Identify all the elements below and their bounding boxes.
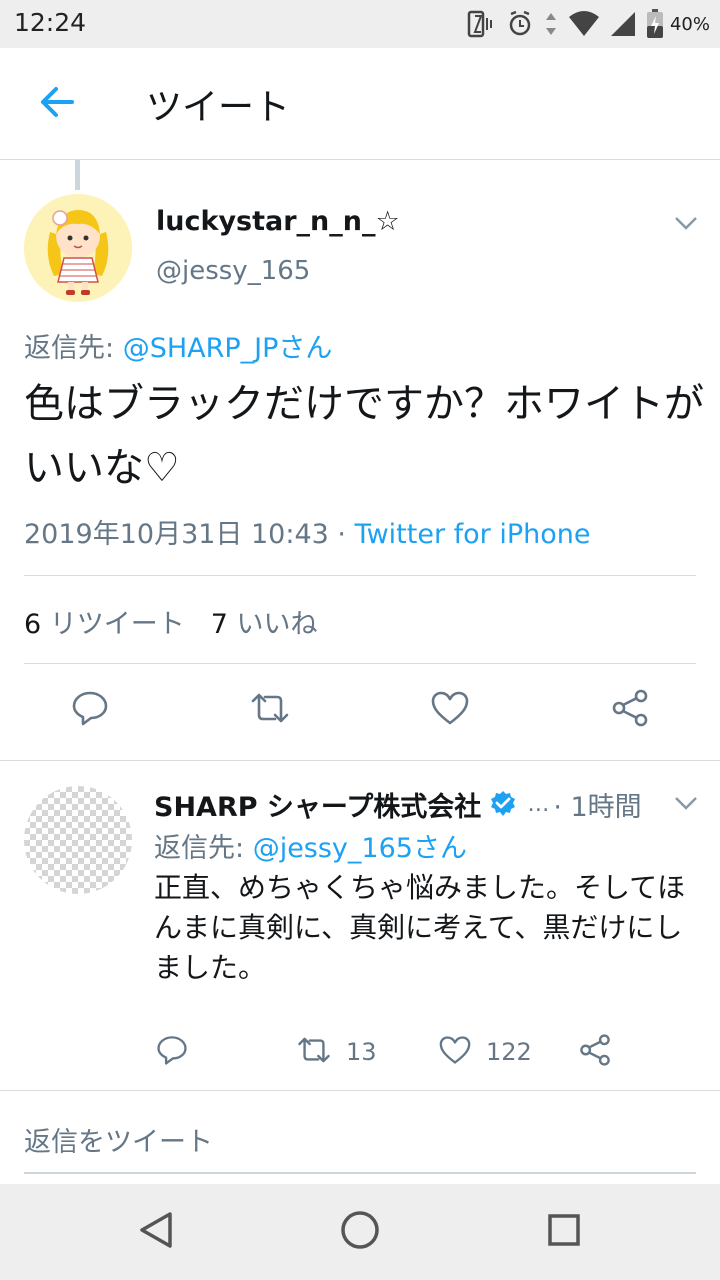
reply-icon	[156, 1034, 188, 1070]
reply-reply-to: 返信先: @jessy_165さん	[154, 826, 467, 865]
thread-line	[75, 160, 80, 190]
like-button[interactable]	[430, 690, 470, 730]
composer-underline	[24, 1172, 696, 1174]
wifi-icon	[568, 11, 600, 37]
status-icons: 40%	[466, 8, 710, 40]
divider	[0, 760, 720, 761]
avatar-illustration	[24, 194, 132, 302]
retweet-icon	[296, 1035, 332, 1069]
square-recents-icon	[547, 1213, 581, 1251]
reply-composer-input[interactable]: 返信をツイート	[24, 1120, 213, 1159]
heart-icon	[438, 1035, 472, 1069]
reply-button[interactable]	[70, 690, 110, 730]
share-icon	[610, 688, 650, 732]
reply-retweet-button[interactable]: 13	[296, 1032, 377, 1072]
divider	[24, 663, 696, 664]
reply-retweet-count: 13	[346, 1038, 377, 1066]
likes-link[interactable]: 7 いいね	[211, 609, 318, 640]
author-name[interactable]: luckystar_n_n_☆	[156, 206, 400, 237]
tweet-timestamp: 2019年10月31日 10:43 ·	[24, 519, 355, 550]
reply-like-count: 122	[486, 1038, 532, 1066]
tweet-source-link[interactable]: Twitter for iPhone	[355, 519, 591, 550]
reply-time: · 1時間	[553, 791, 642, 823]
avatar[interactable]	[24, 194, 132, 302]
retweet-icon	[249, 691, 291, 729]
nav-home-button[interactable]	[336, 1208, 384, 1256]
tweet-meta: 2019年10月31日 10:43 · Twitter for iPhone	[24, 512, 591, 551]
reply-author-name[interactable]: SHARP シャープ株式会社	[154, 785, 481, 824]
app-header: ツイート	[0, 48, 720, 160]
reply-to-mention[interactable]: @SHARP_JPさん	[123, 333, 333, 364]
retweet-label: リツイート	[41, 609, 185, 640]
arrow-left-icon	[38, 86, 74, 122]
reply-avatar[interactable]	[24, 786, 132, 894]
reply-header: SHARP シャープ株式会社 … · 1時間	[154, 784, 654, 824]
page-title: ツイート	[146, 87, 291, 128]
author-handle: @jessy_165	[156, 256, 311, 286]
chevron-down-icon	[674, 795, 698, 814]
navigation-bar	[0, 1184, 720, 1280]
triangle-back-icon	[138, 1211, 174, 1253]
tweet-options-button[interactable]	[668, 206, 704, 242]
reply-like-button[interactable]: 122	[438, 1032, 532, 1072]
reply-name-ellipsis: …	[527, 791, 550, 817]
nav-back-button[interactable]	[132, 1208, 180, 1256]
reply-reply-to-mention[interactable]: @jessy_165さん	[253, 833, 467, 864]
retweet-button[interactable]	[250, 690, 290, 730]
nav-recents-button[interactable]	[540, 1208, 588, 1256]
status-time: 12:24	[14, 8, 87, 37]
like-label: いいね	[227, 609, 318, 640]
reply-share-button[interactable]	[578, 1032, 612, 1072]
battery-icon	[646, 9, 664, 39]
share-button[interactable]	[610, 688, 650, 732]
reply-reply-button[interactable]	[156, 1032, 188, 1072]
reply-icon	[71, 689, 109, 731]
tweet-text: 色はブラックだけですか？ホワイトがいいな♡	[24, 381, 704, 491]
chevron-down-icon	[674, 215, 698, 234]
data-arrows-icon	[544, 10, 558, 38]
reply-reply-to-label: 返信先:	[154, 833, 253, 864]
divider	[0, 1090, 720, 1091]
heart-icon	[430, 690, 470, 730]
battery-percentage: 40%	[669, 13, 710, 35]
reply-text: 正直、めちゃくちゃ悩みました。そしてほんまに真剣に、真剣に考えて、黒だけにしまし…	[154, 871, 686, 984]
retweets-link[interactable]: 6 リツイート	[24, 609, 185, 640]
reply-to-label: 返信先:	[24, 333, 123, 364]
circle-home-icon	[340, 1210, 380, 1254]
like-count: 7	[210, 609, 228, 640]
reply-to: 返信先: @SHARP_JPさん	[24, 326, 332, 365]
divider	[24, 575, 696, 576]
back-button[interactable]	[24, 76, 88, 132]
vibrate-icon	[466, 10, 496, 38]
engagement-counts: 6 リツイート 7 いいね	[24, 602, 318, 641]
retweet-count: 6	[24, 609, 42, 640]
signal-icon	[610, 11, 636, 37]
status-bar: 12:24 40%	[0, 0, 720, 48]
reply-options-button[interactable]	[668, 786, 704, 822]
share-icon	[578, 1033, 612, 1071]
alarm-icon	[506, 10, 534, 38]
verified-badge-icon	[489, 790, 517, 818]
